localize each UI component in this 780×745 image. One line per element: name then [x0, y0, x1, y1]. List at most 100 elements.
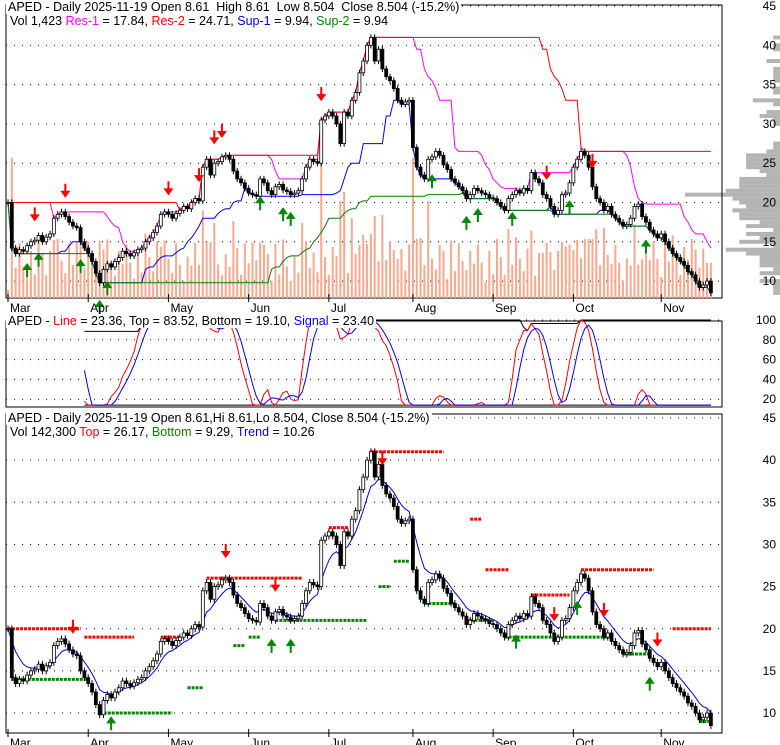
volume-bar	[155, 241, 158, 298]
candle	[36, 235, 41, 241]
volume-bar	[389, 241, 391, 298]
candle	[560, 194, 564, 211]
candle	[617, 645, 622, 651]
low-buy-arrow-icon	[266, 638, 277, 653]
top-month-label: Jul	[331, 301, 346, 315]
candle	[319, 539, 324, 587]
candle	[193, 624, 198, 630]
candle	[663, 233, 667, 243]
volume-bar	[339, 201, 342, 298]
candle	[204, 581, 209, 592]
candle	[464, 190, 469, 199]
top-value: = 26.17,	[99, 425, 152, 439]
low-panel-tick-label: 20	[763, 622, 777, 636]
volume-bar	[175, 243, 178, 298]
volume-profile-bar	[759, 255, 780, 260]
volume-bar	[369, 234, 372, 298]
top-month-label: Jun	[251, 301, 270, 315]
candle	[250, 618, 255, 621]
top-buy-arrow-icon	[461, 215, 472, 230]
candle	[158, 213, 163, 227]
line-label: Line	[53, 314, 77, 328]
candle	[284, 189, 289, 192]
candle	[697, 712, 702, 721]
top-buy-arrow-icon	[507, 211, 518, 226]
candle	[357, 72, 362, 93]
candle	[40, 235, 45, 243]
volume-bar	[243, 243, 246, 298]
candle	[67, 643, 72, 651]
volume-bar	[358, 245, 361, 298]
volume-bar	[450, 240, 453, 298]
candle	[315, 584, 320, 588]
candle	[143, 241, 148, 249]
volume-bar	[159, 247, 162, 298]
low-volume-value: Vol 142,300	[10, 425, 80, 439]
candle	[453, 178, 457, 184]
volume-profile-bar	[725, 188, 780, 193]
volume-bar	[83, 267, 86, 298]
candle	[338, 544, 343, 566]
low-panel-title: APED - Daily 2025-11-19 Open 8.61,Hi 8.6…	[6, 411, 432, 425]
volume-bar	[26, 275, 29, 298]
volume-bar	[232, 221, 235, 298]
candle	[468, 619, 473, 625]
candle	[120, 680, 125, 689]
stock-chart: 45 40 35 30 25 20 15 10 100 80 60 40 20 45 40 35 30 25 20 1…	[5, 0, 780, 745]
candle	[109, 694, 114, 699]
candle	[533, 172, 538, 180]
candle	[456, 182, 461, 188]
candle	[475, 187, 480, 192]
candle	[567, 607, 572, 620]
candle	[430, 579, 434, 583]
low-buy-arrow-icon	[644, 676, 655, 691]
candle	[208, 581, 213, 600]
candle	[548, 624, 553, 634]
candle	[556, 636, 560, 642]
candle	[166, 211, 171, 215]
volume-bar	[255, 260, 258, 298]
top-month-label: Sep	[495, 301, 517, 315]
volume-profile-bar	[752, 98, 780, 103]
candle	[158, 640, 163, 655]
volume-bar	[469, 251, 472, 298]
volume-bar	[637, 264, 640, 298]
volume-bar	[549, 252, 552, 298]
candle	[254, 194, 259, 197]
candle	[372, 37, 377, 62]
line-value: = 23.36, Top = 83.52, Bottom = 19.10,	[76, 314, 294, 328]
volume-bar	[457, 243, 460, 298]
candle	[101, 700, 106, 716]
sup1-value: = 9.94,	[270, 14, 317, 28]
low-panel-tick-label: 10	[763, 706, 777, 720]
candle	[6, 628, 10, 631]
candle	[403, 520, 408, 524]
candle	[223, 154, 228, 158]
candle	[292, 192, 297, 196]
volume-bar	[679, 275, 682, 298]
candle	[147, 237, 152, 243]
volume-bar	[396, 259, 399, 298]
volume-bar	[354, 254, 357, 298]
volume-bar	[224, 254, 227, 298]
candle	[143, 670, 148, 679]
volume-bar	[576, 240, 579, 298]
candle	[200, 166, 205, 202]
candle	[502, 632, 507, 638]
volume-profile-bar	[739, 216, 780, 221]
candle	[689, 271, 694, 276]
volume-bar	[201, 210, 204, 298]
candle	[365, 459, 369, 478]
candle	[204, 158, 209, 168]
low-sell-arrow-icon	[652, 632, 663, 647]
volume-bar	[49, 250, 52, 298]
volume-bar	[205, 242, 208, 298]
candle	[90, 683, 94, 693]
candle	[678, 687, 683, 693]
volume-bar	[373, 216, 376, 298]
candle	[311, 581, 316, 586]
volume-bar	[453, 271, 456, 298]
volume-bar	[259, 242, 262, 298]
trend-label: Trend	[236, 425, 270, 439]
candle	[59, 211, 64, 215]
